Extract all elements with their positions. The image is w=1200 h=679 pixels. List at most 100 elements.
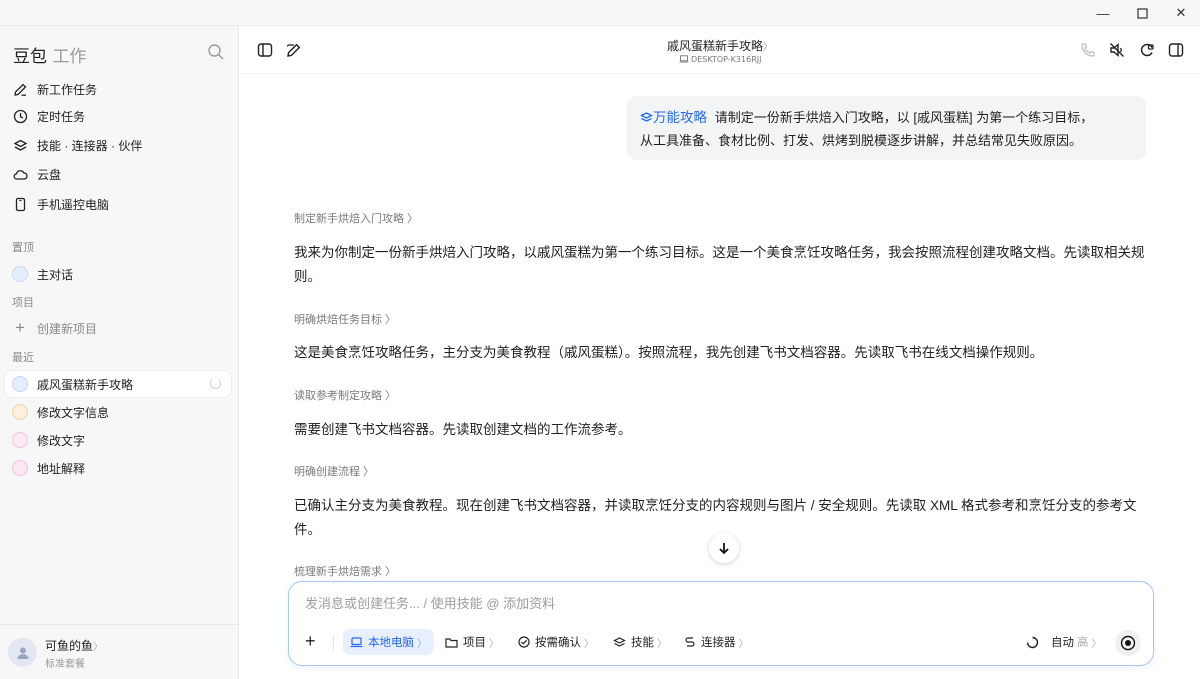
step-label[interactable]: 梳理新手烘焙需求 〉 xyxy=(294,563,396,579)
user-message: 万能攻略 请制定一份新手烘焙入门攻略，以 [戚风蛋糕] 为第一个练习目标， 从工… xyxy=(627,96,1146,160)
check-circle-icon xyxy=(518,636,530,648)
nav-label: 云盘 xyxy=(37,167,62,182)
laptop-icon xyxy=(12,376,28,392)
nav-skills-connectors[interactable]: 技能 · 连接器 · 伙伴 xyxy=(12,134,142,156)
loading-spinner-icon xyxy=(210,378,221,389)
user-icon xyxy=(17,647,28,659)
section-pinned: 置顶 xyxy=(12,242,34,254)
step-label[interactable]: 明确烘焙任务目标 〉 xyxy=(294,311,396,327)
chat-bubble-icon xyxy=(12,432,28,448)
user-message-line: 请制定一份新手烘焙入门攻略，以 [戚风蛋糕] 为第一个练习目标， xyxy=(714,110,1094,125)
brand-sub: 工作 xyxy=(52,47,87,67)
conv-label: 地址解释 xyxy=(37,461,86,476)
level-label: 高 xyxy=(1077,637,1089,649)
minimize-button[interactable]: — xyxy=(1083,0,1123,26)
recent-item[interactable]: 地址解释 xyxy=(5,455,231,481)
connector-icon xyxy=(685,637,695,647)
step-label[interactable]: 读取参考制定攻略 〉 xyxy=(294,387,396,403)
layers-icon xyxy=(613,637,626,647)
scroll-down-button[interactable] xyxy=(709,533,739,563)
app-brand: 豆包 工作 xyxy=(13,42,86,67)
connectors-button[interactable]: 连接器〉 xyxy=(684,629,749,655)
divider xyxy=(333,636,334,650)
laptop-icon xyxy=(350,636,363,647)
user-message-line: 从工具准备、食材比例、打发、烘烤到脱模逐步讲解，并总结常见失败原因。 xyxy=(640,133,1083,148)
nav-scheduled-task[interactable]: 定时任务 xyxy=(12,105,85,127)
conv-label: 修改文字信息 xyxy=(37,405,110,420)
step-label[interactable]: 制定新手烘焙入门攻略 〉 xyxy=(294,210,418,226)
chat-icon xyxy=(12,266,28,282)
assistant-paragraph: 我来为你制定一份新手烘焙入门攻略，以戚风蛋糕为第一个练习目标。这是一个美食烹饪攻… xyxy=(294,245,1145,284)
device-name: DESKTOP-K316RJJ xyxy=(240,55,1200,64)
plus-icon: + xyxy=(15,318,25,337)
record-button[interactable] xyxy=(1115,630,1141,656)
nav-cloud-drive[interactable]: 云盘 xyxy=(12,163,61,185)
tool-label: 技能 xyxy=(631,637,654,649)
nav-phone-remote[interactable]: 手机遥控电脑 xyxy=(12,193,109,215)
skills-button[interactable]: 技能〉 xyxy=(613,629,667,655)
chat-bubble-icon xyxy=(12,404,28,420)
nav-label: 新工作任务 xyxy=(37,82,98,97)
mode-label: 自动 xyxy=(1051,637,1074,649)
search-icon[interactable] xyxy=(207,43,225,61)
skill-tag[interactable]: 万能攻略 xyxy=(640,110,711,125)
layers-icon xyxy=(13,139,27,151)
add-button[interactable]: + xyxy=(305,628,316,654)
section-recent: 最近 xyxy=(12,352,34,364)
sidebar: 豆包 工作 新工作任务 定时任务 技能 · 连接器 · 伙伴 云盘 手机遥控电脑… xyxy=(0,26,239,679)
tool-label: 连接器 xyxy=(701,637,736,649)
tool-label: 项目 xyxy=(463,637,486,649)
maximize-icon xyxy=(1136,7,1148,19)
user-plan: 标准套餐 xyxy=(45,659,85,670)
chat-window-icon[interactable] xyxy=(1138,41,1156,59)
mute-speaker-icon[interactable] xyxy=(1108,41,1126,59)
step-label[interactable]: 明确创建流程 〉 xyxy=(294,463,374,479)
recent-item[interactable]: 修改文字 xyxy=(5,427,231,453)
pinned-main-chat[interactable]: 主对话 xyxy=(5,261,231,287)
brand-name: 豆包 xyxy=(13,47,47,67)
conv-label: 主对话 xyxy=(37,267,74,282)
conv-label: 修改文字 xyxy=(37,433,86,448)
close-button[interactable]: ✕ xyxy=(1161,0,1200,26)
layers-icon xyxy=(640,112,653,122)
page-title[interactable]: 戚风蛋糕新手攻略〉 xyxy=(240,37,1200,54)
laptop-icon xyxy=(679,55,688,63)
avatar xyxy=(8,638,37,667)
create-project-label: 创建新项目 xyxy=(37,321,98,336)
section-projects: 项目 xyxy=(12,297,34,309)
edit-icon xyxy=(13,83,26,96)
panel-toggle-icon[interactable] xyxy=(1167,41,1185,59)
cloud-icon xyxy=(13,169,28,180)
nav-new-task[interactable]: 新工作任务 xyxy=(12,78,97,100)
message-input[interactable] xyxy=(305,596,1125,611)
assistant-paragraph: 需要创建飞书文档容器。先读取创建文档的工作流参考。 xyxy=(294,422,632,437)
tool-label: 按需确认 xyxy=(535,637,581,649)
clock-icon xyxy=(13,109,27,123)
phone-call-icon[interactable] xyxy=(1079,41,1097,59)
message-composer: + 本地电脑〉 项目〉 按需确认〉 技能〉 连接器〉 自动 高〉 xyxy=(288,581,1154,666)
window-titlebar: — ✕ xyxy=(0,0,1200,26)
nav-label: 手机遥控电脑 xyxy=(37,197,110,212)
create-project-button[interactable]: + 创建新项目 xyxy=(12,317,97,339)
maximize-button[interactable] xyxy=(1122,0,1162,26)
folder-icon xyxy=(445,637,458,648)
phone-icon xyxy=(15,197,25,211)
tool-label: 本地电脑 xyxy=(368,637,414,649)
assistant-paragraph: 这是美食烹饪攻略任务，主分支为美食教程（戚风蛋糕）。按照流程，我先创建飞书文档容… xyxy=(294,345,1044,360)
recent-item[interactable]: 戚风蛋糕新手攻略 xyxy=(5,371,231,397)
nav-label: 技能 · 连接器 · 伙伴 xyxy=(37,138,143,153)
loading-icon xyxy=(1026,636,1039,648)
confirm-mode-button[interactable]: 按需确认〉 xyxy=(518,629,594,655)
project-button[interactable]: 项目〉 xyxy=(445,629,499,655)
user-profile[interactable]: 可鱼的鱼〉 标准套餐 xyxy=(0,624,239,679)
user-name: 可鱼的鱼〉 xyxy=(45,639,104,653)
conv-label: 戚风蛋糕新手攻略 xyxy=(37,377,134,392)
chat-header: 戚风蛋糕新手攻略〉 DESKTOP-K316RJJ xyxy=(240,26,1200,74)
arrow-down-icon xyxy=(719,543,729,555)
recent-item[interactable]: 修改文字信息 xyxy=(5,399,231,425)
local-computer-button[interactable]: 本地电脑〉 xyxy=(343,629,434,655)
nav-label: 定时任务 xyxy=(37,109,86,124)
record-icon xyxy=(1120,635,1136,651)
chat-bubble-icon xyxy=(12,460,28,476)
mode-selector[interactable]: 自动 高〉 xyxy=(1026,629,1102,655)
